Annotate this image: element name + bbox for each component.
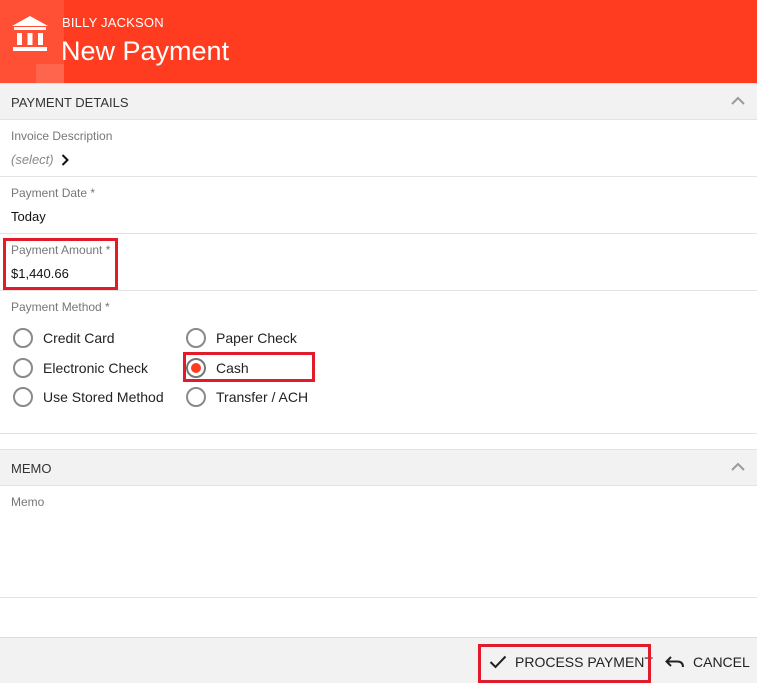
customer-name: BILLY JACKSON [62,15,164,30]
radio-label: Paper Check [216,330,297,346]
chevron-up-icon[interactable] [731,462,745,472]
cancel-button[interactable]: CANCEL [665,654,750,670]
bank-icon [12,16,48,51]
field-label: Payment Date * [11,186,96,200]
chevron-right-icon[interactable] [61,154,69,166]
cash-highlight-box [183,352,315,382]
section-label: MEMO [11,461,52,476]
radio-label: Electronic Check [43,360,149,376]
memo-field[interactable]: Memo [0,486,757,598]
page-title: New Payment [61,36,230,66]
radio-label: Credit Card [43,330,115,346]
field-label: Payment Method * [11,300,110,314]
radio-circle[interactable] [13,387,33,407]
radio-use-stored-method[interactable]: Use Stored Method [13,385,164,409]
payment-date-value[interactable]: Today [11,209,46,224]
payment-date-field[interactable]: Payment Date * Today [0,177,757,234]
field-label: Memo [11,495,45,509]
payment-method-field: Payment Method * Credit Card Electronic … [0,291,757,434]
process-highlight-box [478,644,651,683]
chevron-up-icon[interactable] [731,96,745,106]
section-label: PAYMENT DETAILS [11,95,129,110]
invoice-select-value[interactable]: (select) [11,152,54,167]
amount-highlight-box [3,238,118,290]
undo-icon [665,656,684,668]
field-label: Invoice Description [11,129,113,143]
invoice-description-field[interactable]: Invoice Description (select) [0,120,757,177]
memo-section-header[interactable]: MEMO [0,449,757,486]
radio-circle[interactable] [186,387,206,407]
radio-label: Transfer / ACH [216,389,309,405]
cancel-label: CANCEL [693,654,750,670]
radio-credit-card[interactable]: Credit Card [13,326,115,350]
header-decoration [36,64,64,83]
radio-circle[interactable] [13,328,33,348]
page-header: BILLY JACKSON New Payment [0,0,757,83]
radio-paper-check[interactable]: Paper Check [186,326,297,350]
radio-electronic-check[interactable]: Electronic Check [13,356,148,380]
radio-circle[interactable] [13,358,33,378]
radio-transfer-ach[interactable]: Transfer / ACH [186,385,308,409]
radio-circle[interactable] [186,328,206,348]
radio-label: Use Stored Method [43,389,164,405]
payment-details-section-header[interactable]: PAYMENT DETAILS [0,83,757,120]
